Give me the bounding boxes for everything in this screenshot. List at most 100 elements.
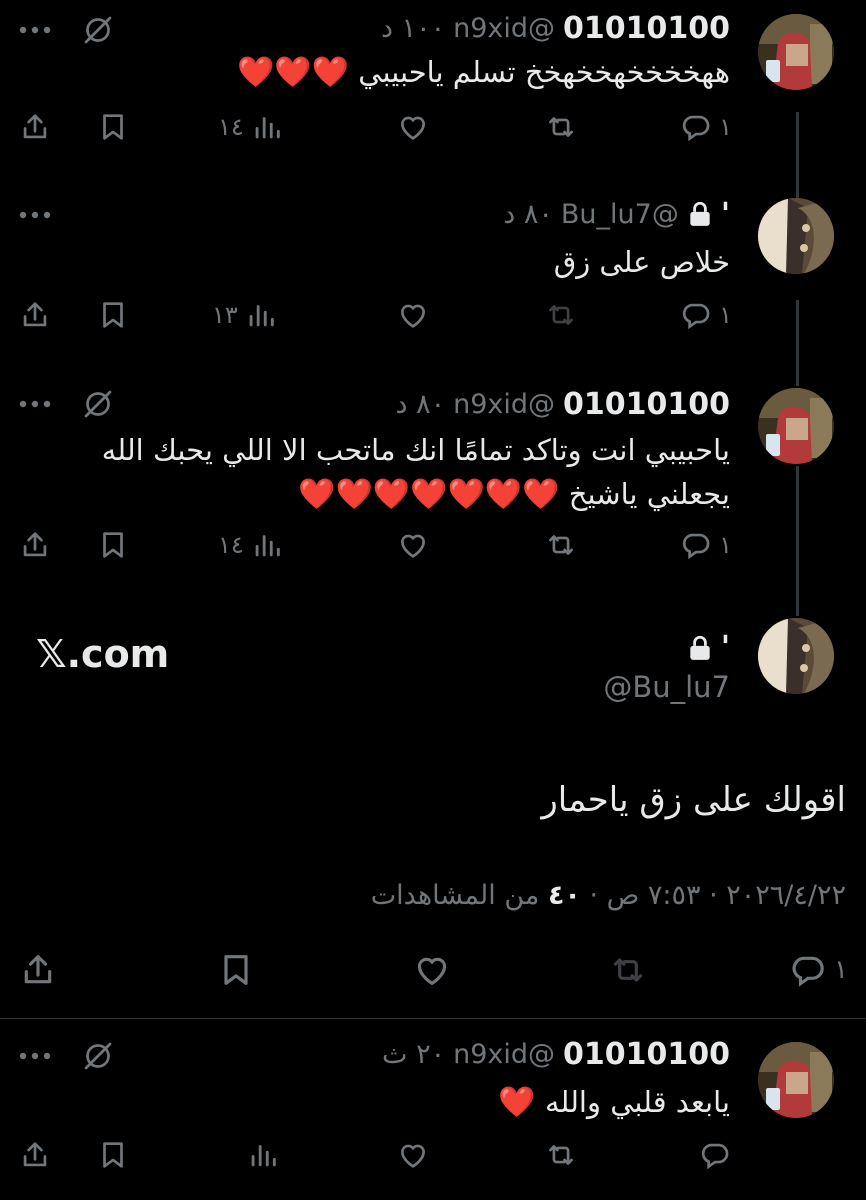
handle[interactable]: @Bu_lu7 bbox=[561, 199, 679, 230]
retweet-icon bbox=[544, 1138, 578, 1172]
share-button[interactable] bbox=[18, 110, 52, 144]
reply-button[interactable]: ١ bbox=[679, 528, 732, 562]
timestamp[interactable]: ٢٠ ث bbox=[382, 1039, 445, 1070]
bookmark-button[interactable] bbox=[96, 110, 130, 144]
action-bar bbox=[0, 1138, 866, 1178]
bookmark-icon bbox=[96, 528, 130, 562]
reply-icon bbox=[698, 1138, 732, 1172]
like-button[interactable] bbox=[396, 1138, 430, 1172]
retweet-icon bbox=[544, 110, 578, 144]
heart-emoji: ❤️❤️❤️ bbox=[237, 55, 350, 90]
reply-icon bbox=[788, 950, 828, 990]
bookmark-icon bbox=[96, 1138, 130, 1172]
views-button[interactable]: ١٣ bbox=[212, 298, 278, 332]
timestamp[interactable]: ١٠٠ د bbox=[381, 13, 445, 44]
tweet-text: ياحبيبي انت وتاكد تمامًا انك ماتحب الا ا… bbox=[101, 433, 730, 512]
bookmark-icon bbox=[96, 110, 130, 144]
bookmark-icon bbox=[96, 298, 130, 332]
lock-icon bbox=[687, 200, 713, 228]
reply-button[interactable]: ١ bbox=[679, 298, 732, 332]
action-bar: ١ ١٤ bbox=[0, 528, 866, 568]
bookmark-button[interactable] bbox=[96, 528, 130, 562]
share-button[interactable] bbox=[18, 950, 58, 990]
tweet-text: يابعد قلبي والله ❤️ bbox=[498, 1085, 730, 1120]
retweet-icon bbox=[544, 298, 578, 332]
divider bbox=[0, 1018, 866, 1019]
grok-icon[interactable] bbox=[80, 12, 116, 48]
like-button[interactable] bbox=[396, 298, 430, 332]
handle[interactable]: @n9xid bbox=[453, 13, 555, 44]
display-name[interactable]: 01010100 bbox=[563, 11, 730, 46]
like-button[interactable] bbox=[412, 950, 452, 990]
view-count: ٤٠ bbox=[547, 880, 581, 911]
handle[interactable]: @n9xid bbox=[453, 1039, 555, 1070]
avatar[interactable] bbox=[758, 1042, 834, 1118]
share-icon bbox=[18, 298, 52, 332]
more-icon[interactable] bbox=[18, 25, 52, 35]
reply-button[interactable]: ١ bbox=[679, 110, 732, 144]
handle[interactable]: @n9xid bbox=[453, 389, 555, 420]
more-icon[interactable] bbox=[18, 1051, 52, 1061]
share-icon bbox=[18, 528, 52, 562]
avatar[interactable] bbox=[758, 618, 834, 694]
avatar[interactable] bbox=[758, 198, 834, 274]
like-button[interactable] bbox=[396, 528, 430, 562]
share-button[interactable] bbox=[18, 528, 52, 562]
x-brand-watermark: 𝕏.com bbox=[36, 632, 170, 676]
heart-icon bbox=[396, 110, 430, 144]
heart-emoji: ❤️❤️❤️❤️❤️❤️❤️ bbox=[298, 477, 560, 512]
bookmark-icon bbox=[216, 950, 256, 990]
heart-emoji: ❤️ bbox=[498, 1085, 536, 1120]
heart-icon bbox=[396, 528, 430, 562]
grok-icon[interactable] bbox=[80, 1038, 116, 1074]
timestamp[interactable]: ٨٠ د bbox=[503, 199, 553, 230]
share-button[interactable] bbox=[18, 298, 52, 332]
tweet-time[interactable]: ٧:٥٣ ص bbox=[607, 880, 701, 911]
views-button[interactable]: ١٤ bbox=[218, 110, 284, 144]
retweet-button[interactable] bbox=[608, 950, 648, 990]
views-button[interactable] bbox=[246, 1138, 280, 1172]
reply-icon bbox=[679, 110, 713, 144]
reply-icon bbox=[679, 298, 713, 332]
views-icon bbox=[246, 1138, 280, 1172]
share-button[interactable] bbox=[18, 1138, 52, 1172]
reply-button[interactable] bbox=[698, 1138, 732, 1172]
retweet-icon bbox=[608, 950, 648, 990]
display-name[interactable]: ' bbox=[721, 630, 730, 665]
display-name[interactable]: 01010100 bbox=[563, 1037, 730, 1072]
action-bar: ١ bbox=[0, 950, 866, 996]
avatar[interactable] bbox=[758, 14, 834, 90]
bookmark-button[interactable] bbox=[96, 298, 130, 332]
share-icon bbox=[18, 1138, 52, 1172]
more-icon[interactable] bbox=[18, 399, 52, 409]
grok-icon[interactable] bbox=[80, 386, 116, 422]
share-icon bbox=[18, 110, 52, 144]
views-icon bbox=[250, 110, 284, 144]
retweet-button[interactable] bbox=[544, 528, 578, 562]
retweet-button[interactable] bbox=[544, 1138, 578, 1172]
bookmark-button[interactable] bbox=[96, 1138, 130, 1172]
views-icon bbox=[250, 528, 284, 562]
tweet-date[interactable]: ٢٠٢٦/٤/٢٢ bbox=[726, 880, 846, 911]
like-button[interactable] bbox=[396, 110, 430, 144]
tweet-text: خلاص على زق bbox=[553, 245, 730, 279]
views-label: من المشاهدات bbox=[370, 880, 540, 911]
action-bar: ١ ١٣ bbox=[0, 298, 866, 338]
heart-icon bbox=[396, 1138, 430, 1172]
display-name[interactable]: ' bbox=[721, 197, 730, 232]
bookmark-button[interactable] bbox=[216, 950, 256, 990]
reply-button[interactable]: ١ bbox=[788, 950, 848, 990]
views-icon bbox=[244, 298, 278, 332]
heart-icon bbox=[396, 298, 430, 332]
avatar[interactable] bbox=[758, 388, 834, 464]
views-button[interactable]: ١٤ bbox=[218, 528, 284, 562]
handle[interactable]: @Bu_lu7 bbox=[603, 670, 730, 704]
retweet-button[interactable] bbox=[544, 298, 578, 332]
more-icon[interactable] bbox=[18, 210, 52, 220]
display-name[interactable]: 01010100 bbox=[563, 387, 730, 422]
timestamp[interactable]: ٨٠ د bbox=[395, 389, 445, 420]
tweet-text: ههخخخخهخخهخخ تسلم ياحبيبي ❤️❤️❤️ bbox=[237, 55, 730, 90]
tweet-text: اقولك على زق ياحمار bbox=[541, 780, 846, 820]
retweet-button[interactable] bbox=[544, 110, 578, 144]
tweet-meta: ٢٠٢٦/٤/٢٢ · ٧:٥٣ ص · ٤٠ من المشاهدات bbox=[370, 880, 846, 911]
